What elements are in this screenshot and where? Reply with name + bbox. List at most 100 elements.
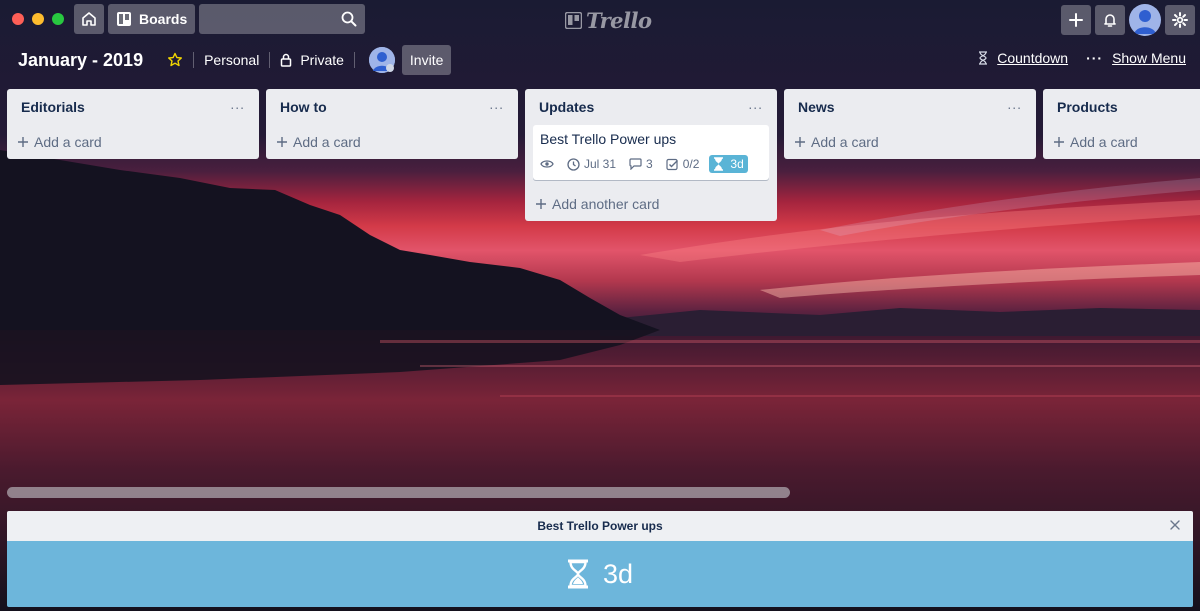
member-avatar[interactable] [1129,4,1161,36]
board-header: January - 2019 Personal Private Invite C… [0,42,1200,78]
list-updates: Updates ... Best Trello Power ups Jul 31 [525,89,777,221]
checklist-count: 0/2 [682,157,700,171]
home-icon [82,12,96,26]
list-header[interactable]: Products [1043,89,1200,125]
show-menu-link[interactable]: Show Menu [1112,50,1186,66]
add-card-button[interactable]: Add a card [266,125,518,159]
list-news: News ... Add a card [784,89,1036,159]
countdown-button[interactable]: Countdown [978,50,1068,66]
show-menu-button[interactable]: ··· Show Menu [1086,50,1186,66]
list-menu-icon[interactable]: ... [748,97,763,111]
divider [353,52,355,68]
add-another-card-button[interactable]: Add another card [525,187,777,221]
boards-button[interactable]: Boards [108,4,196,34]
comments-count: 3 [646,157,653,171]
card-best-trello-power-ups[interactable]: Best Trello Power ups Jul 31 3 0/2 3d [533,125,769,180]
list-title[interactable]: Products [1057,99,1118,115]
list-title[interactable]: News [798,99,835,115]
close-icon[interactable] [1169,519,1181,531]
list-title[interactable]: Editorials [21,99,85,115]
comment-icon [629,158,642,170]
countdown-badge[interactable]: 3d [709,155,748,173]
boards-label: Boards [139,11,188,27]
list-editorials: Editorials ... Add a card [7,89,259,159]
list-title[interactable]: How to [280,99,327,115]
countdown-link[interactable]: Countdown [997,50,1068,66]
countdown-badge-text: 3d [730,157,744,171]
hourglass-icon [979,51,988,65]
window-close-button[interactable] [12,13,24,25]
card-title: Best Trello Power ups [540,131,677,147]
plus-icon [18,137,28,147]
countdown-panel-title: Best Trello Power ups [537,519,663,533]
clock-icon [567,157,580,171]
board-horizontal-scrollbar[interactable] [7,487,790,498]
logo-text: Trello [586,8,652,33]
plus-icon [536,199,546,209]
list-how-to: How to ... Add a card [266,89,518,159]
hourglass-icon [567,559,588,589]
bell-icon [1104,14,1116,27]
add-card-label: Add another card [552,196,660,212]
gear-icon [1172,12,1188,28]
list-title[interactable]: Updates [539,99,594,115]
due-date-badge[interactable]: Jul 31 [567,157,616,171]
notifications-button[interactable] [1095,5,1125,35]
list-header[interactable]: Editorials ... [7,89,259,125]
star-icon[interactable] [167,52,183,68]
visibility-label: Private [300,52,344,68]
window-maximize-button[interactable] [52,13,64,25]
search-input[interactable] [199,4,366,34]
list-menu-icon[interactable]: ... [1007,97,1022,111]
boards-icon [117,12,131,26]
add-card-label: Add a card [293,134,361,150]
add-card-label: Add a card [34,134,102,150]
plus-icon [1069,13,1083,27]
list-menu-icon[interactable]: ... [489,97,504,111]
list-products: Products Add a card [1043,89,1200,159]
board-member-avatar[interactable] [368,47,395,73]
invite-button[interactable]: Invite [401,45,452,75]
due-date-text: Jul 31 [584,157,617,171]
add-card-label: Add a card [1070,134,1138,150]
visibility-button[interactable]: Private [280,52,344,68]
list-header[interactable]: Updates ... [525,89,777,125]
add-card-button[interactable]: Add a card [1043,125,1200,159]
plus-icon [795,137,805,147]
countdown-value: 3d [602,558,634,589]
trello-logo[interactable]: Trello [565,8,652,33]
list-header[interactable]: How to ... [266,89,518,125]
checklist-icon [666,158,678,170]
add-card-label: Add a card [811,134,879,150]
board-header-right: Countdown ··· Show Menu [978,50,1186,66]
board-title[interactable]: January - 2019 [18,50,143,71]
watch-badge [540,159,554,169]
app-header: Boards Trello [0,0,1200,38]
header-actions [1061,4,1195,36]
plus-icon [1054,137,1064,147]
search-icon [341,11,357,27]
plus-icon [277,137,287,147]
list-header[interactable]: News ... [784,89,1036,125]
comments-badge: 3 [629,157,653,171]
add-card-button[interactable]: Add a card [784,125,1036,159]
settings-button[interactable] [1165,5,1195,35]
countdown-panel: Best Trello Power ups 3d [7,511,1193,607]
more-icon: ··· [1086,50,1104,66]
card-badges: Jul 31 3 0/2 3d [540,155,762,173]
trello-logo-icon [565,12,582,29]
lock-icon [281,53,292,67]
create-button[interactable] [1061,5,1091,35]
checklist-badge: 0/2 [666,157,700,171]
window-controls [12,13,64,25]
team-button[interactable]: Personal [204,52,259,68]
window-minimize-button[interactable] [32,13,44,25]
user-avatar-icon [1134,10,1156,34]
add-card-button[interactable]: Add a card [7,125,259,159]
hourglass-icon [714,157,724,171]
divider [269,52,271,68]
home-button[interactable] [74,4,104,34]
list-menu-icon[interactable]: ... [230,97,245,111]
countdown-panel-header: Best Trello Power ups [7,511,1193,541]
divider [193,52,195,68]
